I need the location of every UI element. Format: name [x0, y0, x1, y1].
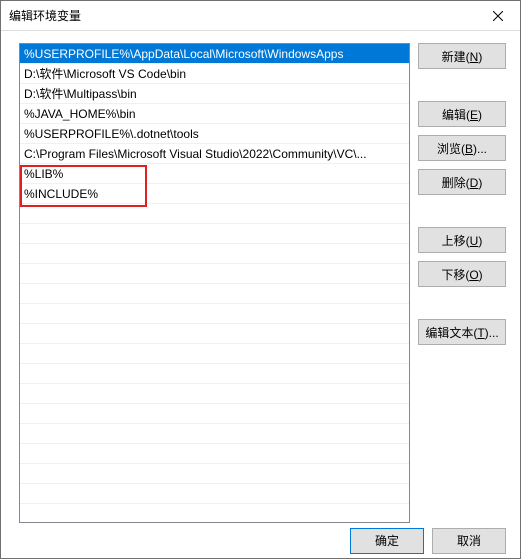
list-item-empty[interactable]: [20, 444, 409, 464]
list-item[interactable]: %LIB%: [20, 164, 409, 184]
list-item-empty[interactable]: [20, 204, 409, 224]
list-item[interactable]: %JAVA_HOME%\bin: [20, 104, 409, 124]
window-title: 编辑环境变量: [9, 7, 475, 24]
list-item-empty[interactable]: [20, 484, 409, 504]
list-item-empty[interactable]: [20, 384, 409, 404]
list-item-empty[interactable]: [20, 304, 409, 324]
browse-button[interactable]: 浏览(B)...: [418, 135, 506, 161]
list-item-empty[interactable]: [20, 244, 409, 264]
edit-text-button[interactable]: 编辑文本(T)...: [418, 319, 506, 345]
edit-button[interactable]: 编辑(E): [418, 101, 506, 127]
list-item-empty[interactable]: [20, 424, 409, 444]
list-item-empty[interactable]: [20, 224, 409, 244]
list-item-empty[interactable]: [20, 264, 409, 284]
list-item-empty[interactable]: [20, 404, 409, 424]
ok-button[interactable]: 确定: [350, 528, 424, 554]
footer: 确定 取消: [1, 523, 520, 558]
list-item[interactable]: %USERPROFILE%\.dotnet\tools: [20, 124, 409, 144]
dialog-window: 编辑环境变量 %USERPROFILE%\AppData\Local\Micro…: [0, 0, 521, 559]
list-item-empty[interactable]: [20, 364, 409, 384]
list-item[interactable]: D:\软件\Multipass\bin: [20, 84, 409, 104]
move-up-button[interactable]: 上移(U): [418, 227, 506, 253]
list-item-empty[interactable]: [20, 504, 409, 523]
path-listbox[interactable]: %USERPROFILE%\AppData\Local\Microsoft\Wi…: [19, 43, 410, 523]
close-icon: [493, 11, 503, 21]
delete-button[interactable]: 删除(D): [418, 169, 506, 195]
list-item[interactable]: C:\Program Files\Microsoft Visual Studio…: [20, 144, 409, 164]
titlebar: 编辑环境变量: [1, 1, 520, 31]
list-item[interactable]: %INCLUDE%: [20, 184, 409, 204]
close-button[interactable]: [475, 1, 520, 30]
list-item-empty[interactable]: [20, 284, 409, 304]
list-item-empty[interactable]: [20, 344, 409, 364]
list-item-empty[interactable]: [20, 324, 409, 344]
list-item-empty[interactable]: [20, 464, 409, 484]
cancel-button[interactable]: 取消: [432, 528, 506, 554]
list-item[interactable]: D:\软件\Microsoft VS Code\bin: [20, 64, 409, 84]
content-area: %USERPROFILE%\AppData\Local\Microsoft\Wi…: [1, 31, 520, 523]
list-item[interactable]: %USERPROFILE%\AppData\Local\Microsoft\Wi…: [20, 44, 409, 64]
new-button[interactable]: 新建(N): [418, 43, 506, 69]
move-down-button[interactable]: 下移(O): [418, 261, 506, 287]
button-sidebar: 新建(N) 编辑(E) 浏览(B)... 删除(D) 上移(U) 下移(O) 编…: [418, 43, 506, 523]
